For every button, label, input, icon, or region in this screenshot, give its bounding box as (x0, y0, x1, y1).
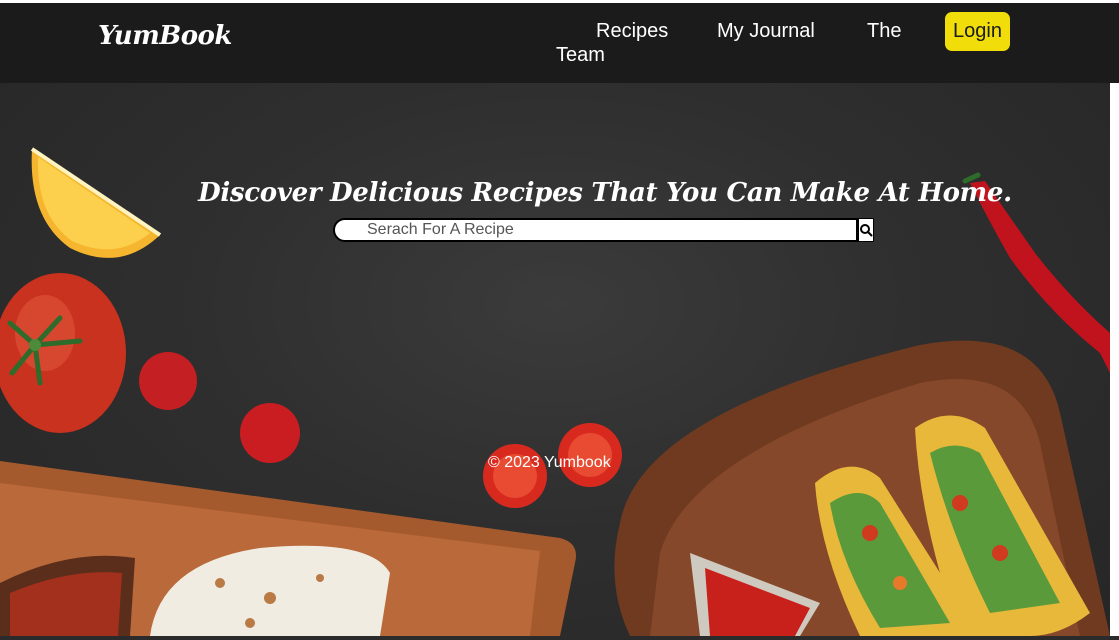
nav-link-my-journal[interactable]: My Journal (717, 20, 815, 43)
hero-section: Discover Delicious Recipes That You Can … (0, 83, 1110, 636)
logo[interactable]: YumBook (98, 21, 232, 51)
scroll-area-edge (1110, 83, 1119, 640)
tomato-large (0, 273, 126, 433)
page: YumBook Recipes My Journal The Team Logi… (0, 0, 1119, 640)
food-background-image (0, 147, 1110, 636)
search-button[interactable] (858, 218, 874, 242)
hero-headline: Discover Delicious Recipes That You Can … (198, 178, 1012, 209)
search-icon (860, 224, 873, 237)
nav-link-recipes[interactable]: Recipes (596, 20, 668, 43)
search-input[interactable] (333, 218, 858, 242)
search-bar (333, 218, 874, 242)
nav-link-team-line1[interactable]: The (867, 20, 901, 43)
cherry-tomato (240, 403, 300, 463)
navbar: YumBook Recipes My Journal The Team Logi… (0, 3, 1119, 83)
footer-copyright: © 2023 Yumbook (488, 454, 611, 471)
nav-link-team-line2[interactable]: Team (556, 44, 605, 67)
login-button[interactable]: Login (945, 12, 1010, 51)
page-bottom-edge (0, 636, 1119, 640)
cherry-tomato (139, 352, 197, 410)
